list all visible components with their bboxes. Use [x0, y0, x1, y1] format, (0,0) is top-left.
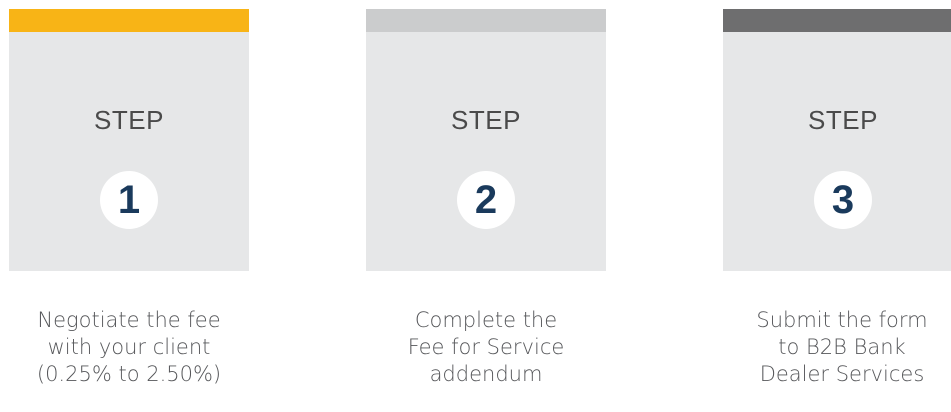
- step-1-description: Negotiate the fee with your client (0.25…: [9, 307, 249, 388]
- step-2-color-bar: [366, 9, 606, 32]
- step-2-description-line: Fee for Service: [407, 335, 565, 359]
- step-3-description-line: to B2B Bank: [778, 335, 906, 359]
- step-1-description-line: (0.25% to 2.50%): [36, 362, 222, 386]
- step-2-description-line: addendum: [429, 362, 543, 386]
- step-3-description-line: Submit the form: [756, 308, 928, 332]
- step-3-description: Submit the form to B2B Bank Dealer Servi…: [717, 307, 951, 388]
- step-1: STEP 1 Negotiate the fee with your clien…: [9, 9, 249, 388]
- step-2-label: STEP: [451, 105, 521, 135]
- step-2-description: Complete the Fee for Service addendum: [366, 307, 606, 388]
- step-1-number-badge: 1: [100, 171, 158, 229]
- step-1-color-bar: [9, 9, 249, 32]
- step-1-card: STEP 1: [9, 9, 249, 271]
- step-3-label: STEP: [808, 105, 878, 135]
- step-2-description-line: Complete the: [414, 308, 558, 332]
- step-3-color-bar: [723, 9, 951, 32]
- step-3: STEP 3 Submit the form to B2B Bank Deale…: [723, 9, 951, 388]
- step-2-number: 2: [474, 178, 498, 222]
- step-1-description-line: with your client: [47, 335, 211, 359]
- step-1-number: 1: [117, 178, 141, 222]
- step-2: STEP 2 Complete the Fee for Service adde…: [366, 9, 606, 388]
- step-3-card: STEP 3: [723, 9, 951, 271]
- step-2-number-badge: 2: [457, 171, 515, 229]
- step-3-number-badge: 3: [814, 171, 872, 229]
- step-2-card: STEP 2: [366, 9, 606, 271]
- step-1-label: STEP: [94, 105, 164, 135]
- step-3-number: 3: [831, 178, 855, 222]
- step-3-description-line: Dealer Services: [759, 362, 925, 386]
- step-1-description-line: Negotiate the fee: [37, 308, 221, 332]
